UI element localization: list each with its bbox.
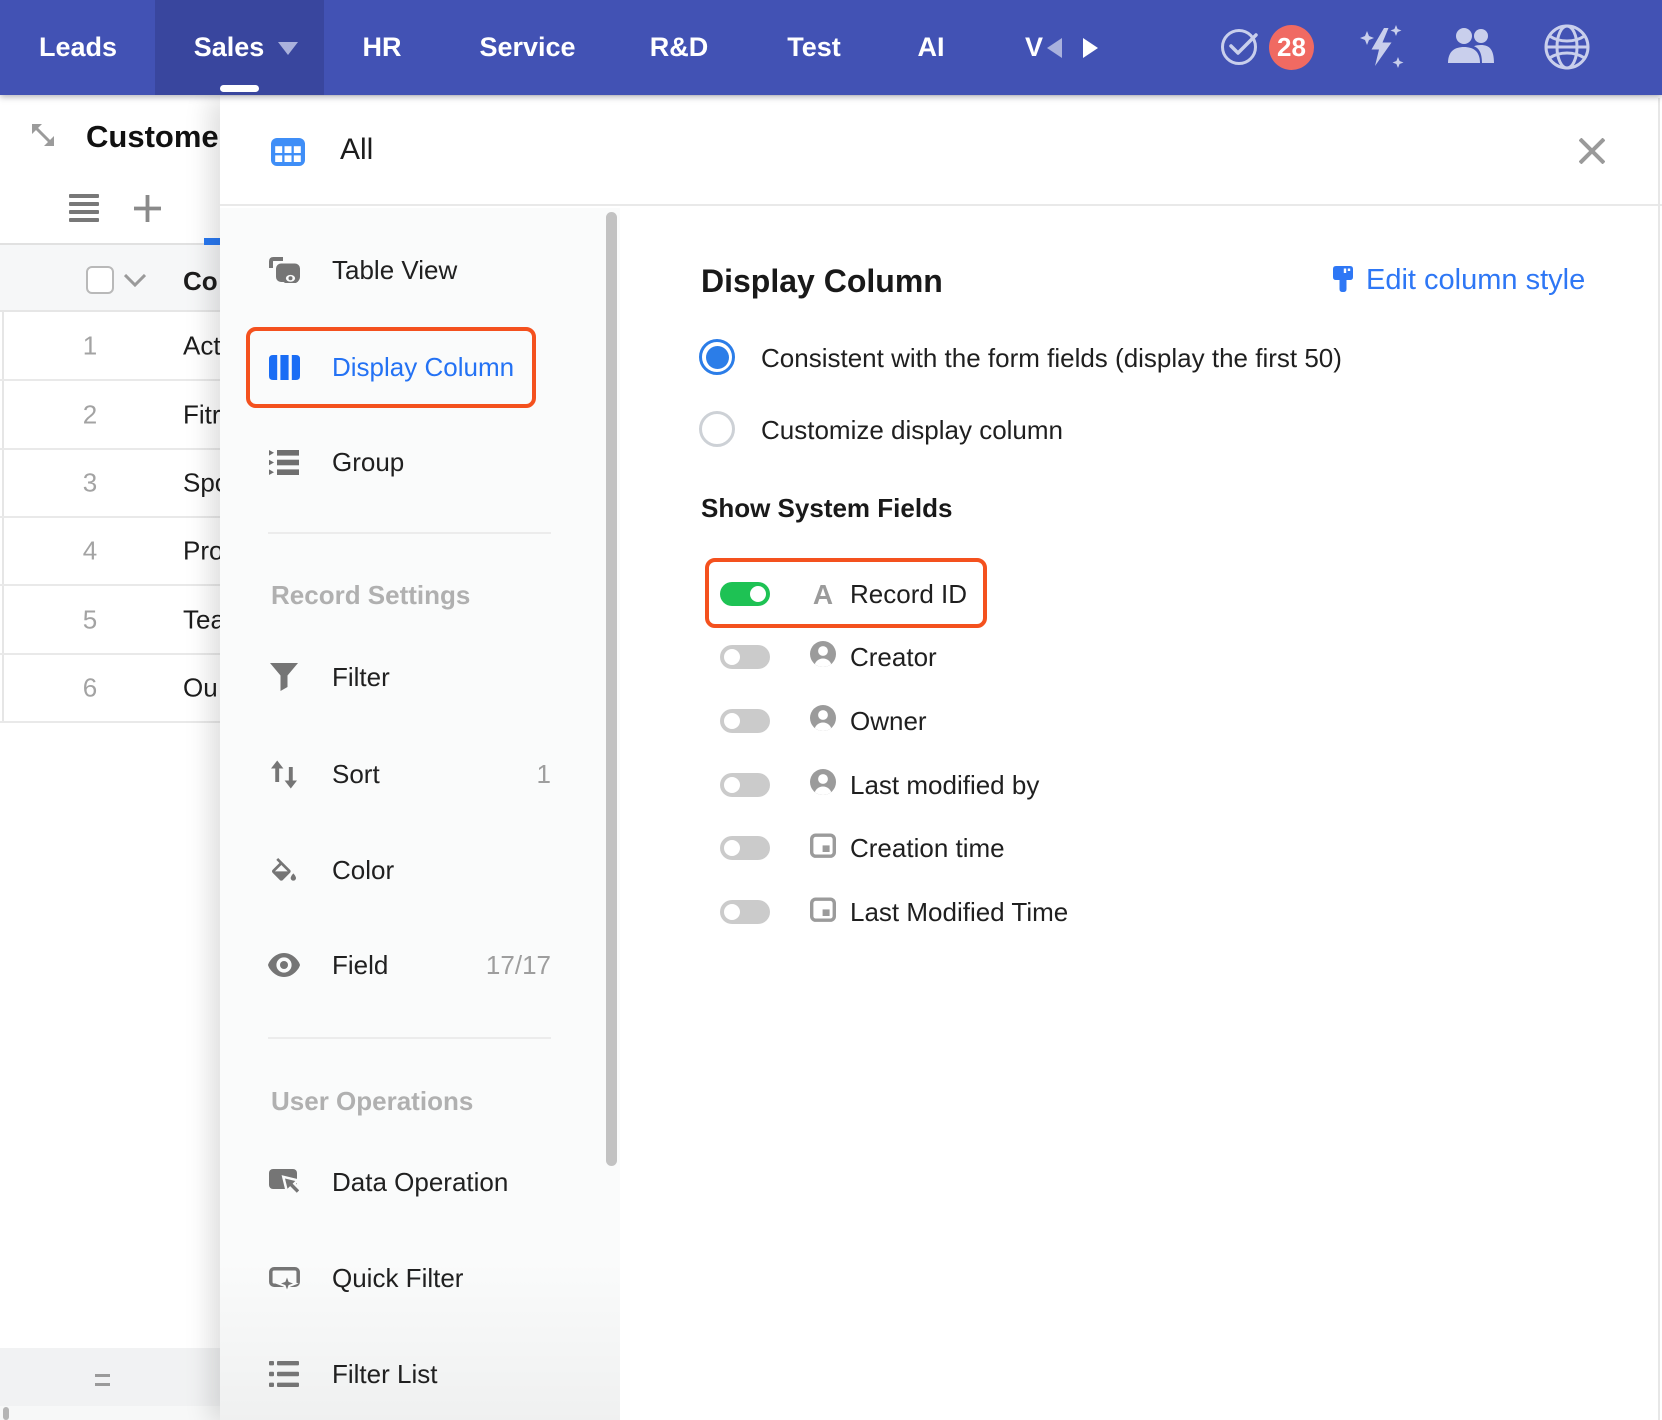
svg-text:A: A	[813, 580, 833, 608]
